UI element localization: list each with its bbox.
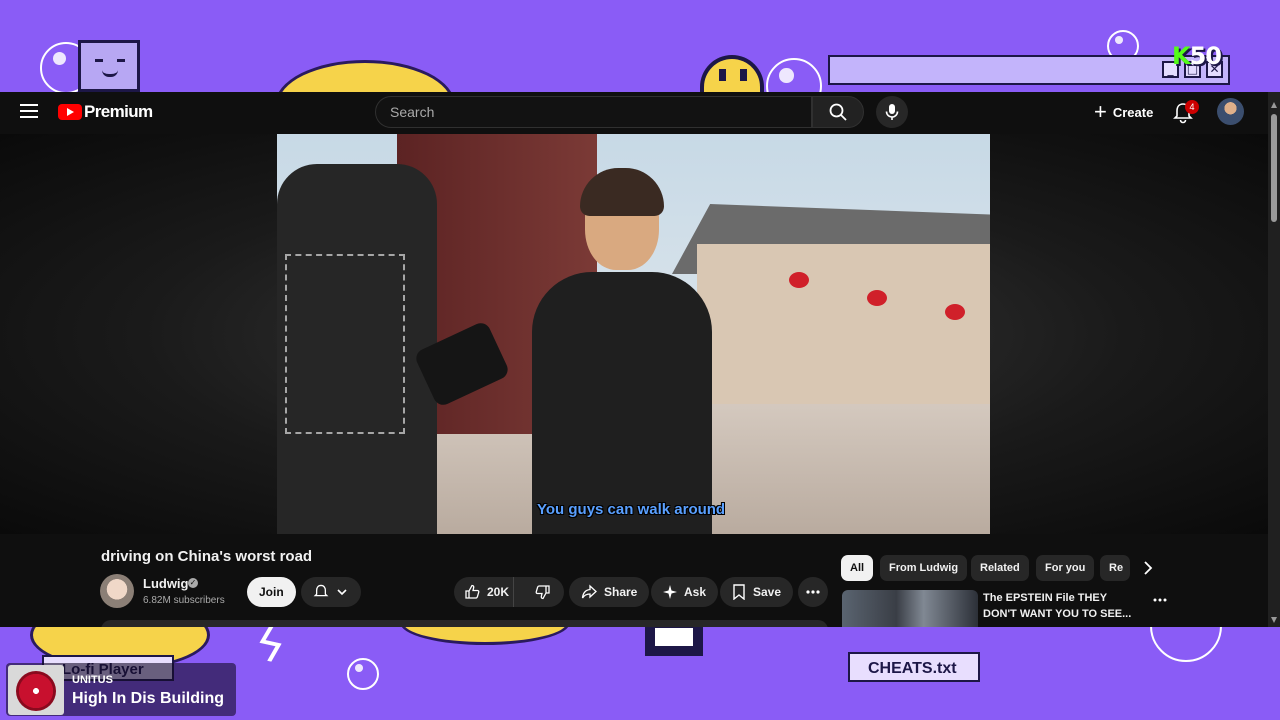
window-scrollbar[interactable] bbox=[1268, 92, 1280, 627]
chip-all[interactable]: All bbox=[841, 555, 874, 581]
vinyl-disc-icon bbox=[16, 671, 56, 711]
verified-badge-icon: ✓ bbox=[188, 578, 198, 588]
lantern-icon bbox=[867, 290, 887, 306]
save-button[interactable]: Save bbox=[720, 577, 794, 607]
video-person-main bbox=[522, 168, 722, 534]
subscriber-count: 6.82M subscribers bbox=[143, 595, 225, 606]
bell-icon bbox=[313, 584, 329, 597]
now-playing-track: High In Dis Building bbox=[72, 690, 224, 707]
smiley-eye bbox=[719, 69, 726, 81]
chips-next-button[interactable] bbox=[1138, 558, 1158, 578]
recommended-video-thumbnail[interactable] bbox=[842, 590, 978, 627]
chip-related[interactable]: Related bbox=[971, 555, 1029, 581]
more-actions-button[interactable] bbox=[798, 577, 828, 607]
create-button[interactable]: + Create bbox=[1084, 98, 1163, 126]
now-playing-artist: UNITUS bbox=[72, 674, 113, 686]
voice-search-button[interactable] bbox=[876, 96, 908, 128]
lantern-icon bbox=[945, 304, 965, 320]
search-button[interactable] bbox=[812, 96, 864, 128]
decor-bubble bbox=[347, 658, 379, 690]
channel-avatar[interactable] bbox=[100, 574, 134, 608]
join-button[interactable]: Join bbox=[247, 577, 296, 607]
video-temple-building bbox=[697, 244, 990, 404]
share-arrow-icon bbox=[581, 584, 597, 599]
lantern-icon bbox=[789, 272, 809, 288]
k50-suffix: 50 bbox=[1189, 42, 1222, 70]
thumbs-down-icon bbox=[535, 585, 550, 600]
notification-count-badge: 4 bbox=[1185, 100, 1199, 114]
plus-icon: + bbox=[1094, 99, 1107, 124]
smiley-eye bbox=[740, 69, 747, 81]
now-playing-widget: UNITUS High In Dis Building bbox=[6, 663, 236, 716]
kick-k50-logo: K50 bbox=[1172, 42, 1222, 70]
shirt-print bbox=[285, 254, 405, 434]
person-hair bbox=[580, 168, 664, 216]
user-avatar[interactable] bbox=[1217, 98, 1244, 125]
sparkle-icon bbox=[663, 585, 677, 599]
pixel-robot-icon bbox=[645, 622, 703, 656]
recommended-video-menu-button[interactable] bbox=[1152, 592, 1168, 608]
scrollbar-thumb[interactable] bbox=[1271, 114, 1277, 222]
tv-face-icon bbox=[78, 40, 140, 92]
share-button[interactable]: Share bbox=[569, 577, 650, 607]
chip-recent[interactable]: Re bbox=[1100, 555, 1130, 581]
thumbs-up-icon bbox=[465, 584, 480, 599]
video-title: driving on China's worst road bbox=[101, 548, 313, 565]
recommended-video-title[interactable]: The EPSTEIN File THEY DON'T WANT YOU TO … bbox=[983, 590, 1143, 622]
video-player[interactable]: You guys can walk around bbox=[277, 134, 990, 534]
lightning-bolt-icon: ϟ bbox=[249, 615, 291, 675]
cheats-txt-label: CHEATS.txt bbox=[848, 652, 980, 682]
search-icon bbox=[829, 103, 847, 121]
ask-label: Ask bbox=[684, 585, 707, 599]
youtube-window: You guys can walk around Premium + Creat… bbox=[0, 92, 1280, 627]
microphone-icon bbox=[885, 104, 899, 120]
chevron-down-icon bbox=[337, 589, 347, 596]
k50-prefix: K bbox=[1172, 42, 1191, 70]
video-subtitle: You guys can walk around bbox=[537, 501, 726, 518]
like-dislike-group: 20K bbox=[454, 577, 564, 607]
share-label: Share bbox=[604, 585, 638, 599]
chip-for-you[interactable]: For you bbox=[1036, 555, 1095, 581]
more-horizontal-icon bbox=[806, 590, 820, 594]
more-vertical-icon bbox=[1153, 598, 1167, 602]
scroll-down-icon[interactable] bbox=[1271, 617, 1277, 623]
bookmark-icon bbox=[733, 584, 745, 600]
channel-name[interactable]: Ludwig bbox=[143, 576, 189, 591]
save-label: Save bbox=[753, 585, 782, 599]
chip-from-ludwig[interactable]: From Ludwig bbox=[880, 555, 968, 581]
like-count: 20K bbox=[487, 585, 510, 599]
create-label: Create bbox=[1112, 104, 1154, 120]
youtube-premium-wordmark[interactable]: Premium bbox=[84, 102, 153, 122]
youtube-logo-icon[interactable] bbox=[58, 104, 82, 120]
notification-bell-dropdown[interactable] bbox=[301, 577, 361, 607]
search-input[interactable] bbox=[375, 96, 812, 128]
tv-face-eye bbox=[117, 59, 125, 62]
tv-face-mouth bbox=[102, 70, 118, 77]
youtube-top-bar: Premium + Create 4 bbox=[0, 92, 1268, 132]
album-art bbox=[8, 665, 64, 715]
hamburger-menu-icon[interactable] bbox=[20, 104, 38, 120]
chevron-right-icon bbox=[1144, 561, 1153, 575]
scroll-up-icon[interactable] bbox=[1271, 102, 1277, 108]
description-box[interactable] bbox=[101, 620, 828, 627]
tv-face-eye bbox=[95, 59, 103, 62]
video-person-left bbox=[277, 164, 437, 534]
overlay-mini-window: _ □ ✕ bbox=[828, 55, 1230, 85]
ask-button[interactable]: Ask bbox=[651, 577, 719, 607]
dislike-button[interactable] bbox=[521, 577, 564, 607]
like-button[interactable]: 20K bbox=[454, 577, 515, 607]
person-body bbox=[532, 272, 712, 534]
